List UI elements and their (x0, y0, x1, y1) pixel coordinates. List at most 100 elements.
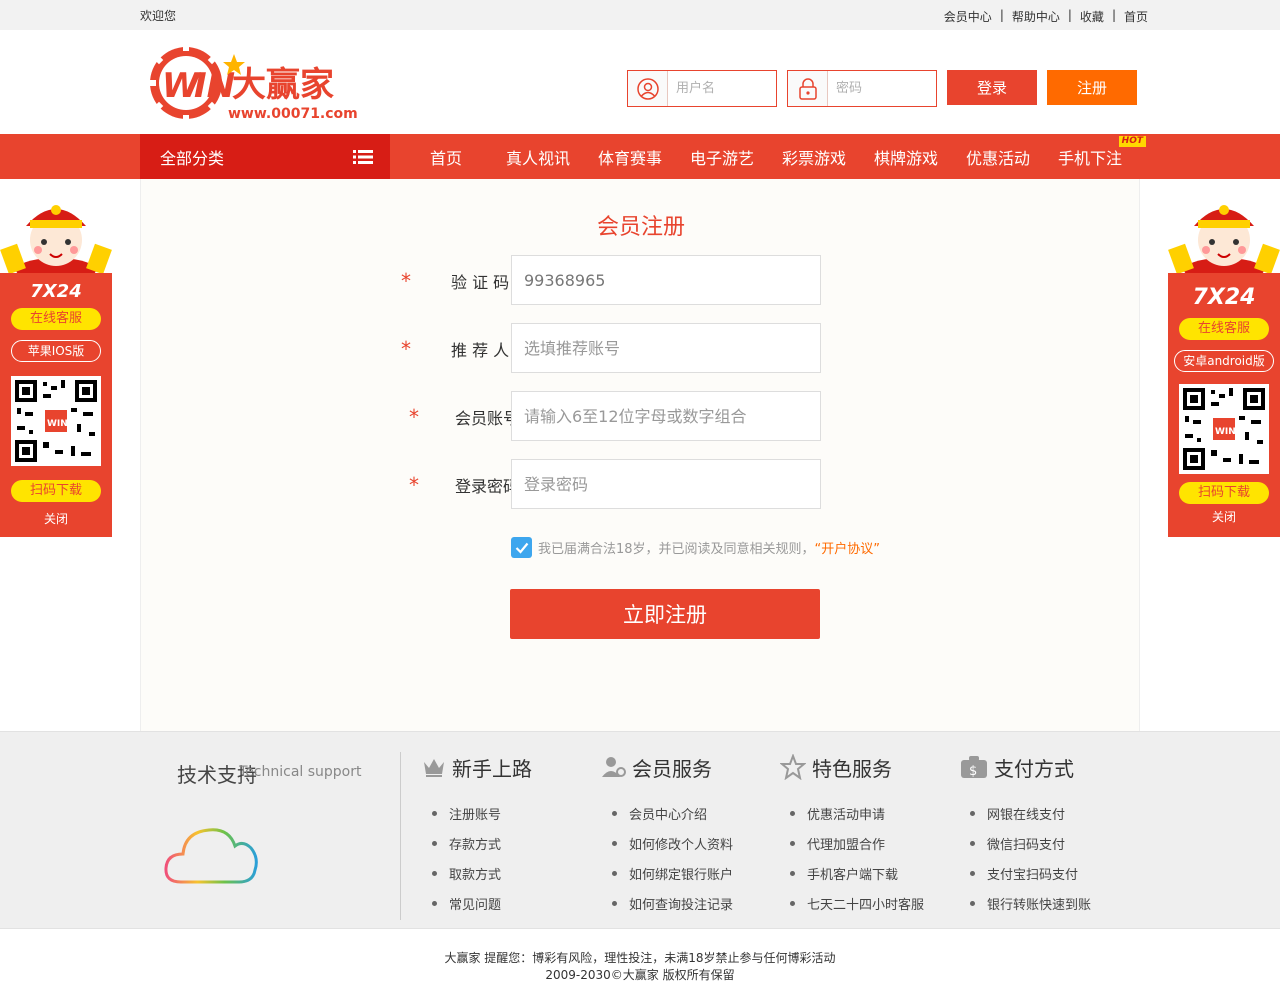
star-icon (780, 754, 806, 780)
verify-code-row: * 验 证 码 (401, 255, 821, 305)
android-download-button[interactable]: 安卓android版 (1174, 350, 1274, 372)
footer-col-newbie: 新手上路 注册账号 存款方式 取款方式 常见问题 (422, 752, 592, 918)
nav-item-mobile-label: 手机下注 (1057, 148, 1122, 168)
footer-link[interactable]: 如何查询投注记录 (612, 888, 772, 918)
footer-col-features: 特色服务 优惠活动申请 代理加盟合作 手机客户端下载 七天二十四小时客服 (780, 752, 950, 918)
referrer-row: * 推 荐 人 (401, 323, 821, 373)
required-mark: * (409, 473, 419, 497)
header: W IN 大赢家 www.00071.com 登录 注册 (0, 30, 1280, 134)
category-menu[interactable]: 全部分类 (140, 134, 390, 179)
close-float-button[interactable]: 关闭 (0, 510, 112, 527)
footer-link[interactable]: 存款方式 (432, 828, 592, 858)
bookmark-link[interactable]: 收藏 (1080, 8, 1104, 25)
ios-download-button[interactable]: 苹果IOS版 (11, 340, 101, 362)
agreement-text: 我已届满合法18岁，并已阅读及同意相关规则， (538, 542, 815, 557)
password-box (787, 70, 937, 107)
member-center-link[interactable]: 会员中心 (944, 8, 992, 25)
submit-register-button[interactable]: 立即注册 (510, 589, 820, 639)
nav-item-lottery[interactable]: 彩票游戏 (768, 134, 860, 179)
right-float-panel: 7X24 在线客服 安卓android版 WIN 扫码下载 关闭 (1168, 190, 1280, 537)
nav-item-home[interactable]: 首页 (400, 134, 492, 179)
password-input[interactable] (828, 72, 936, 105)
footer-col-payment: $ 支付方式 网银在线支付 微信扫码支付 支付宝扫码支付 银行转账快速到账 (960, 752, 1130, 918)
agreement-link[interactable]: “开户协议” (815, 538, 880, 557)
scan-download-button[interactable]: 扫码下载 (11, 480, 101, 502)
footer-col-title: 新手上路 (452, 756, 532, 781)
login-button[interactable]: 登录 (947, 70, 1037, 105)
footer-link[interactable]: 会员中心介绍 (612, 798, 772, 828)
qr-code-icon: WIN (11, 376, 101, 466)
list-icon (353, 150, 373, 164)
right-float-body: 7X24 在线客服 安卓android版 WIN 扫码下载 关闭 (1168, 273, 1280, 537)
svg-text:WIN: WIN (1215, 427, 1236, 437)
category-label: 全部分类 (160, 148, 225, 168)
account-row: * 会员账号 (401, 391, 821, 441)
left-float-panel: 7X24 在线客服 苹果IOS版 WIN 扫码下载 关闭 (0, 190, 112, 537)
footer: 技术支持 Technical support 新手上路 注册账号 存款方式 取款… (0, 731, 1280, 928)
page-title: 会员注册 (596, 215, 685, 240)
footer-link[interactable]: 常见问题 (432, 888, 592, 918)
scan-download-button[interactable]: 扫码下载 (1179, 482, 1269, 504)
copyright-bar: 大赢家 提醒您：博彩有风险，理性投注，未满18岁禁止参与任何博彩活动 2009-… (0, 928, 1280, 996)
footer-col-title: 会员服务 (632, 756, 712, 781)
footer-link[interactable]: 微信扫码支付 (970, 828, 1130, 858)
home-link[interactable]: 首页 (1124, 8, 1148, 25)
crown-icon (424, 759, 444, 777)
help-center-link[interactable]: 帮助中心 (1012, 8, 1060, 25)
money-bag-icon: $ (961, 756, 987, 779)
password-row: * 登录密码 (401, 459, 821, 509)
service-badge: 7X24 (1192, 285, 1256, 310)
qr-code-icon: WIN (1179, 384, 1269, 474)
footer-link[interactable]: 优惠活动申请 (790, 798, 950, 828)
copyright-line-2: 2009-2030©大赢家 版权所有保留 (545, 968, 735, 982)
footer-link[interactable]: 取款方式 (432, 858, 592, 888)
site-logo[interactable]: W IN 大赢家 www.00071.com (148, 42, 363, 124)
svg-text:WIN: WIN (47, 419, 68, 429)
register-button[interactable]: 注册 (1047, 70, 1137, 105)
footer-link[interactable]: 支付宝扫码支付 (970, 858, 1130, 888)
footer-link[interactable]: 注册账号 (432, 798, 592, 828)
referrer-input[interactable] (511, 323, 821, 373)
tech-support-subtitle: Technical support (239, 764, 362, 780)
footer-col-title: 特色服务 (812, 756, 892, 781)
footer-col-title: 支付方式 (994, 756, 1074, 781)
username-box (627, 70, 777, 107)
footer-link[interactable]: 网银在线支付 (970, 798, 1130, 828)
close-float-button[interactable]: 关闭 (1168, 508, 1280, 525)
nav-item-live[interactable]: 真人视讯 (492, 134, 584, 179)
nav-item-promotions[interactable]: 优惠活动 (952, 134, 1044, 179)
register-panel: 会员注册 * 验 证 码 * 推 荐 人 * 会员账号 * 登录密码 我已届满合… (140, 179, 1140, 731)
verify-code-label: 验 证 码 (451, 273, 510, 292)
nav-item-slots[interactable]: 电子游艺 (676, 134, 768, 179)
footer-link[interactable]: 代理加盟合作 (790, 828, 950, 858)
login-password-input[interactable] (511, 459, 821, 509)
required-mark: * (409, 405, 419, 429)
referrer-label: 推 荐 人 (451, 341, 510, 360)
required-mark: * (401, 337, 411, 361)
online-service-button[interactable]: 在线客服 (11, 308, 101, 330)
account-input[interactable] (511, 391, 821, 441)
footer-link[interactable]: 手机客户端下载 (790, 858, 950, 888)
svg-text:$: $ (969, 764, 977, 779)
nav-item-sports[interactable]: 体育赛事 (584, 134, 676, 179)
footer-link[interactable]: 如何修改个人资料 (612, 828, 772, 858)
login-password-label: 登录密码 (455, 477, 520, 496)
footer-link[interactable]: 如何绑定银行账户 (612, 858, 772, 888)
footer-link[interactable]: 银行转账快速到账 (970, 888, 1130, 918)
svg-text:www.00071.com: www.00071.com (228, 106, 358, 122)
service-badge: 7X24 (30, 281, 82, 302)
welcome-text: 欢迎您 (140, 9, 177, 23)
footer-link[interactable]: 七天二十四小时客服 (790, 888, 950, 918)
copyright-line-1: 大赢家 提醒您：博彩有风险，理性投注，未满18岁禁止参与任何博彩活动 (444, 951, 836, 965)
verify-code-input[interactable] (511, 255, 821, 305)
agreement-checkbox[interactable] (511, 537, 532, 558)
nav-item-mobile[interactable]: 手机下注 HOT (1044, 134, 1146, 179)
main-nav: 全部分类 首页 真人视讯 体育赛事 电子游艺 彩票游戏 棋牌游戏 优惠活动 手机… (0, 134, 1280, 179)
lock-icon (788, 71, 828, 106)
nav-item-cards[interactable]: 棋牌游戏 (860, 134, 952, 179)
online-service-button[interactable]: 在线客服 (1179, 318, 1269, 340)
footer-col-member: 会员服务 会员中心介绍 如何修改个人资料 如何绑定银行账户 如何查询投注记录 (602, 752, 772, 918)
username-input[interactable] (668, 72, 776, 105)
left-float-body: 7X24 在线客服 苹果IOS版 WIN 扫码下载 关闭 (0, 273, 112, 537)
check-icon (515, 542, 528, 554)
